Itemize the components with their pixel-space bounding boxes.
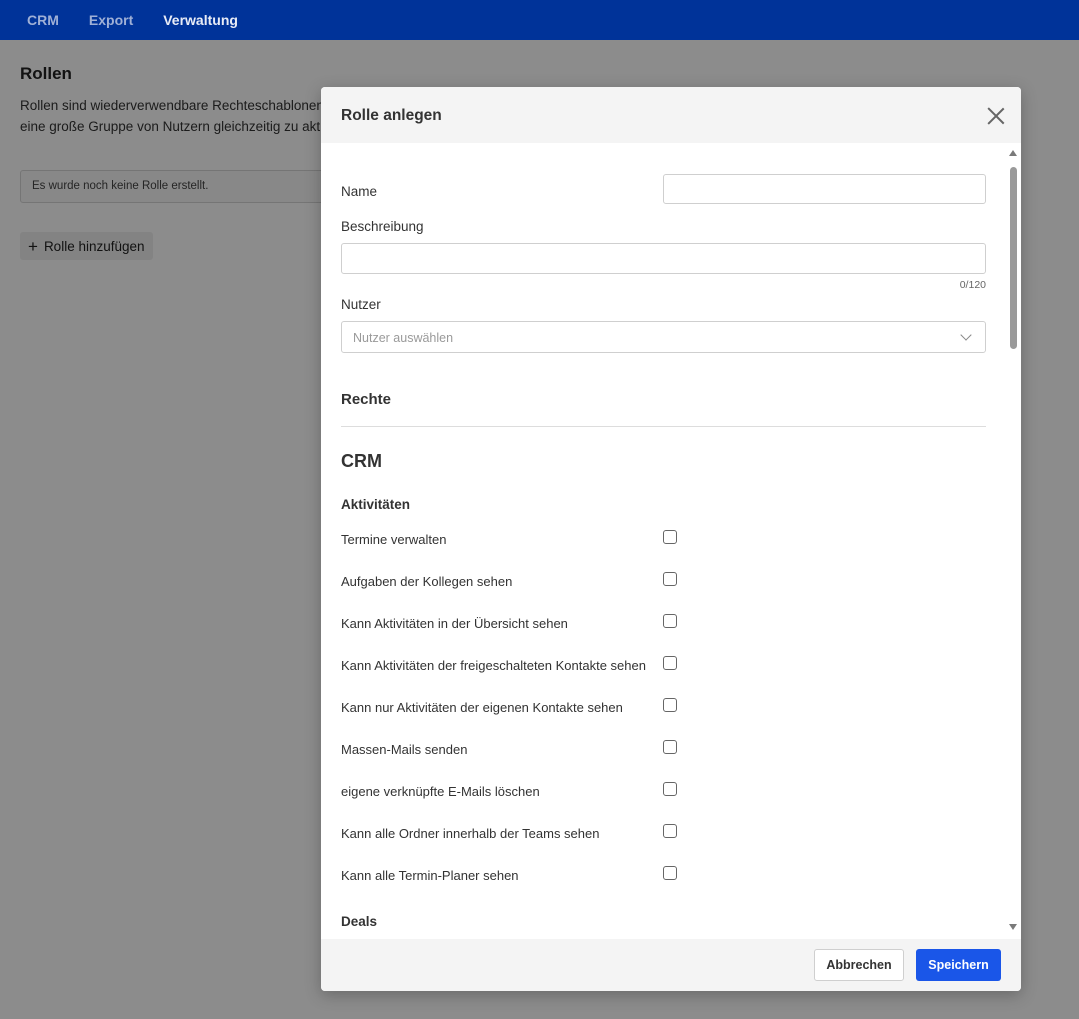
permission-row: Massen-Mails senden: [341, 740, 681, 760]
nav-item-export[interactable]: Export: [89, 12, 133, 28]
permission-label: Aufgaben der Kollegen sehen: [341, 574, 513, 589]
permission-label: Kann nur Aktivitäten der eigenen Kontakt…: [341, 700, 623, 715]
group-heading-deals: Deals: [341, 914, 378, 929]
permission-checkbox[interactable]: [663, 866, 677, 880]
permission-checkbox[interactable]: [663, 782, 677, 796]
dialog-header: Rolle anlegen: [321, 87, 1021, 143]
scroll-thumb[interactable]: [1010, 167, 1017, 349]
permission-label: Termine verwalten: [341, 532, 447, 547]
users-label: Nutzer: [341, 297, 381, 312]
scroll-down-arrow-icon[interactable]: [1009, 924, 1017, 930]
top-navigation: CRM Export Verwaltung: [0, 0, 1079, 40]
rights-heading: Rechte: [341, 391, 392, 408]
name-input[interactable]: [663, 174, 986, 204]
permission-row: Kann alle Termin-Planer sehen: [341, 866, 681, 886]
dialog-footer: Abbrechen Speichern: [321, 939, 1021, 991]
dialog-scrollbar[interactable]: [1007, 147, 1021, 937]
permission-label: Kann Aktivitäten der freigeschalteten Ko…: [341, 658, 646, 673]
permission-row: Kann Aktivitäten der freigeschalteten Ko…: [341, 656, 681, 676]
description-label: Beschreibung: [341, 219, 424, 234]
permission-label: Kann alle Ordner innerhalb der Teams seh…: [341, 826, 600, 841]
nav-item-verwaltung[interactable]: Verwaltung: [163, 12, 238, 28]
permission-row: Termine verwalten: [341, 530, 681, 550]
users-select[interactable]: Nutzer auswählen: [341, 321, 986, 353]
permission-checkbox[interactable]: [663, 740, 677, 754]
rights-divider: [341, 426, 986, 427]
permission-checkbox[interactable]: [663, 824, 677, 838]
permission-label: Massen-Mails senden: [341, 742, 468, 757]
close-icon[interactable]: [987, 107, 1005, 125]
dialog-title: Rolle anlegen: [341, 107, 442, 124]
permission-row: Kann nur Aktivitäten der eigenen Kontakt…: [341, 698, 681, 718]
permission-label: Kann Aktivitäten in der Übersicht sehen: [341, 616, 568, 631]
users-select-placeholder: Nutzer auswählen: [353, 331, 454, 345]
description-counter: 0/120: [959, 279, 986, 291]
nav-item-crm[interactable]: CRM: [27, 12, 59, 28]
scroll-up-arrow-icon[interactable]: [1009, 150, 1017, 156]
permission-row: Aufgaben der Kollegen sehen: [341, 572, 681, 592]
cancel-button[interactable]: Abbrechen: [814, 949, 904, 981]
permission-checkbox[interactable]: [663, 572, 677, 586]
permission-row: eigene verknüpfte E-Mails löschen: [341, 782, 681, 802]
permission-checkbox[interactable]: [663, 698, 677, 712]
save-button[interactable]: Speichern: [916, 949, 1001, 981]
chevron-down-icon: [960, 329, 972, 341]
permission-checkbox[interactable]: [663, 656, 677, 670]
crm-heading: CRM: [341, 451, 382, 471]
group-heading-aktivitaeten: Aktivitäten: [341, 497, 411, 512]
permission-label: Kann alle Termin-Planer sehen: [341, 868, 519, 883]
create-role-dialog: Rolle anlegen Name Beschreibung 0/120 Nu…: [321, 87, 1021, 991]
permission-label: eigene verknüpfte E-Mails löschen: [341, 784, 540, 799]
permission-checkbox[interactable]: [663, 530, 677, 544]
permission-row: Kann Aktivitäten in der Übersicht sehen: [341, 614, 681, 634]
dialog-body[interactable]: Name Beschreibung 0/120 Nutzer Nutzer au…: [321, 143, 1021, 939]
description-input[interactable]: [341, 243, 986, 274]
permission-checkbox[interactable]: [663, 614, 677, 628]
name-label: Name: [341, 184, 378, 199]
permission-row: Kann alle Ordner innerhalb der Teams seh…: [341, 824, 681, 844]
